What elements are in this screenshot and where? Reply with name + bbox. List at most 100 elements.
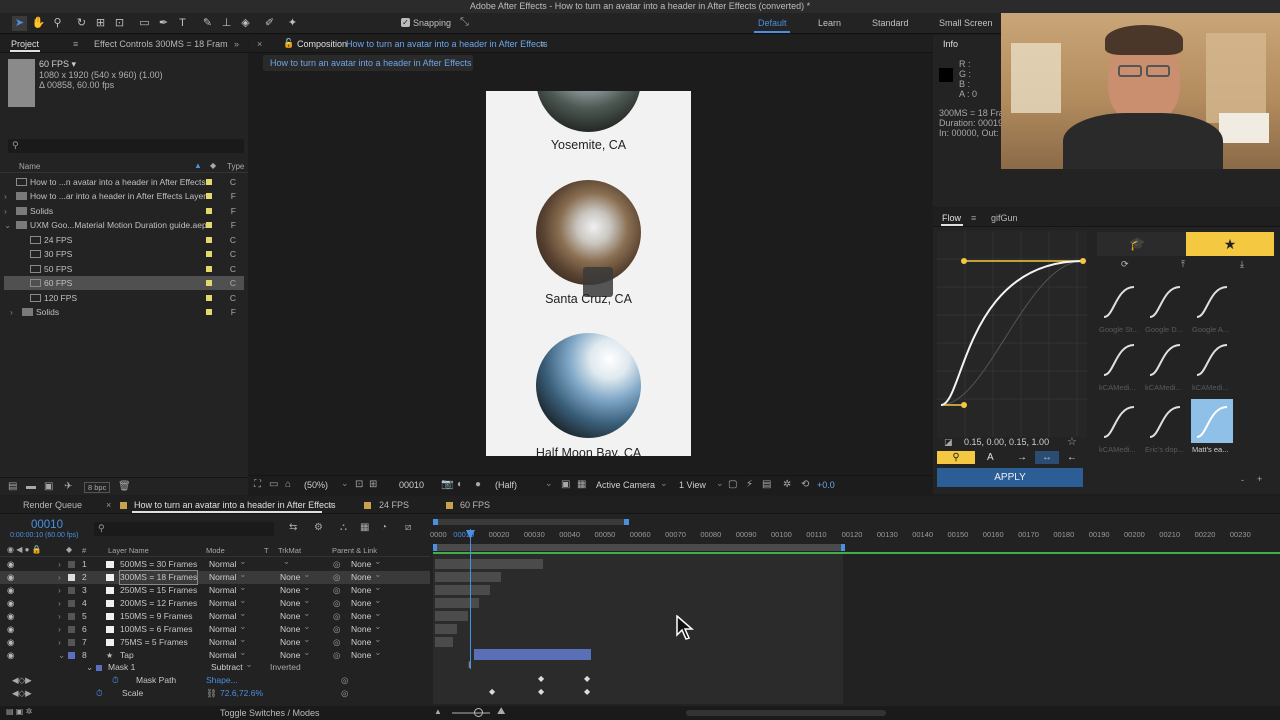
layer-parent-dropdown[interactable]: None (351, 608, 382, 622)
workspace-learn[interactable]: Learn (818, 18, 841, 28)
layer-duration-bar[interactable] (435, 624, 457, 634)
project-item[interactable]: 24 FPS C (4, 233, 244, 247)
mask-path-value[interactable]: Shape... (206, 674, 238, 687)
zoom-dropdown[interactable]: (50%) (304, 480, 328, 490)
layer-mode-dropdown[interactable]: Normal (209, 634, 247, 648)
layer-parent-dropdown[interactable]: None (351, 621, 382, 635)
pick-whip-icon[interactable]: ◎ (333, 636, 340, 649)
show-snapshot-icon[interactable]: ◐ (457, 479, 463, 490)
layer-parent-dropdown[interactable]: None (351, 647, 382, 661)
toggle-pixel-aspect-icon[interactable]: ▢ (728, 479, 737, 490)
bezier-curve-editor[interactable] (937, 231, 1087, 437)
region-of-interest-icon[interactable]: ▣ (561, 479, 570, 490)
expand-chevron-icon[interactable]: › (4, 189, 7, 203)
clone-stamp-tool-icon[interactable]: ⊥ (219, 16, 234, 31)
stopwatch-icon[interactable]: ⏱ (112, 674, 119, 687)
fit-icon[interactable]: ⊡ (355, 479, 363, 490)
layer-trkmat-dropdown[interactable]: None (280, 608, 311, 622)
key-mode-button[interactable]: ⚲ (937, 451, 975, 464)
favorite-star-icon[interactable]: ☆ (1067, 435, 1077, 448)
playhead[interactable] (470, 529, 471, 669)
navigator-start-handle[interactable] (433, 519, 438, 525)
project-item[interactable]: › Solids F (4, 305, 244, 319)
close-tab-icon[interactable]: × (257, 39, 262, 49)
project-item[interactable]: ⌄ UXM Goo...Material Motion Duration guid… (4, 218, 244, 232)
new-comp-icon[interactable]: ▣ (44, 481, 53, 492)
interpret-footage-icon[interactable]: ▤ (8, 481, 17, 492)
preset-thumbnail[interactable] (1098, 337, 1140, 381)
eye-icon[interactable]: ◉ (7, 636, 14, 649)
eye-icon[interactable]: ◉ (7, 623, 14, 636)
layer-mode-dropdown[interactable]: Normal (209, 569, 247, 583)
expand-chevron-icon[interactable]: › (58, 584, 61, 597)
pick-whip-icon[interactable]: ◎ (341, 687, 348, 700)
shy-layers-icon[interactable]: ⛬ (340, 522, 347, 533)
preset-thumbnail[interactable] (1098, 399, 1140, 443)
preset-thumbnail[interactable] (1098, 279, 1140, 323)
selection-tool-icon[interactable]: ➤ (12, 16, 27, 31)
expand-chevron-icon[interactable]: › (4, 204, 7, 218)
layer-duration-bar[interactable] (435, 637, 453, 647)
always-preview-icon[interactable]: ⛶ (254, 479, 261, 490)
preset-thumbnail[interactable] (1144, 337, 1186, 381)
timeline-scrollbar[interactable] (686, 710, 886, 716)
views-dropdown[interactable]: 1 View (679, 480, 706, 490)
layer-parent-dropdown[interactable]: None (351, 569, 382, 583)
layer-name[interactable]: 100MS = 6 Frames (120, 623, 193, 636)
project-item[interactable]: How to ...n avatar into a header in Afte… (4, 175, 244, 189)
tab-info[interactable]: Info (943, 39, 958, 49)
composition-canvas[interactable]: Yosemite, CA Santa Cruz, CA Half Moon Ba… (486, 91, 691, 456)
layer-row[interactable]: ◉ › 4 200MS = 12 Frames Normal None ◎ None (0, 595, 430, 610)
layer-row[interactable]: ◉ › 1 500MS = 30 Frames Normal ◎ None (0, 556, 430, 571)
layer-label-color[interactable] (68, 587, 75, 594)
easing-curve-graph[interactable] (937, 231, 1087, 437)
copy-values-icon[interactable]: ◪ (944, 437, 953, 448)
layer-row[interactable]: ◉ › 2 300MS = 18 Frames Normal None ◎ None (0, 569, 430, 585)
frame-blending-icon[interactable]: ▦ (360, 522, 369, 533)
delete-icon[interactable]: 🗑 (118, 481, 131, 492)
comp-mini-flowchart-icon[interactable]: ⇆ (289, 522, 297, 533)
layer-label-color[interactable] (68, 561, 75, 568)
snapshot-icon[interactable]: 📷 (441, 479, 453, 490)
draft-3d-icon[interactable]: ⚙ (314, 522, 323, 533)
keyframe-diamond-icon[interactable]: ◆ (584, 687, 590, 696)
rotate-tool-icon[interactable]: ↻ (74, 16, 89, 31)
flow-menu-icon[interactable]: ≡ (971, 213, 976, 223)
constrain-link-icon[interactable]: ⛓ (206, 687, 217, 700)
layer-row[interactable]: ◉ › 3 250MS = 15 Frames Normal None ◎ None (0, 582, 430, 597)
tab-gifgun[interactable]: gifGun (991, 213, 1018, 223)
scale-value[interactable]: 72.6,72.6% (220, 687, 263, 700)
composition-tab-prefix[interactable]: Composition (297, 39, 347, 49)
flowchart-icon[interactable]: ✲ (783, 479, 791, 490)
composition-tab-name[interactable]: How to turn an avatar into a header in A… (346, 39, 547, 49)
resolution-dropdown[interactable]: (Half) (495, 480, 517, 490)
col-type[interactable]: Type (227, 162, 244, 171)
new-folder-icon[interactable]: ▬ (26, 481, 36, 492)
layer-duration-bar[interactable] (435, 585, 490, 595)
hand-tool-icon[interactable]: ✋ (31, 16, 46, 31)
pan-behind-tool-icon[interactable]: ⊡ (112, 16, 127, 31)
layer-mode-dropdown[interactable]: Normal (209, 556, 247, 570)
layer-trkmat-dropdown[interactable]: None (280, 621, 311, 635)
mask-visibility-icon[interactable]: ⌂ (285, 479, 291, 490)
col-layer-name[interactable]: Layer Name (108, 546, 149, 555)
layer-label-color[interactable] (68, 639, 75, 646)
expand-chevron-icon[interactable]: › (58, 623, 61, 636)
layer-label-color[interactable] (68, 600, 75, 607)
work-area-navigator[interactable] (433, 519, 629, 525)
mask-row[interactable]: ⌄ Mask 1 Subtract Inverted (0, 659, 430, 674)
layer-mode-dropdown[interactable]: Normal (209, 582, 247, 596)
timeline-menu-icon[interactable]: ≡ (328, 500, 333, 510)
rectangle-tool-icon[interactable]: ▭ (137, 16, 152, 31)
apply-button[interactable]: APPLY (937, 468, 1083, 487)
eye-icon[interactable]: ◉ (7, 558, 14, 571)
zoom-out-icon[interactable]: ▲ (434, 707, 442, 716)
expand-chevron-icon[interactable]: › (58, 636, 61, 649)
pick-whip-icon[interactable]: ◎ (333, 597, 340, 610)
layer-mode-dropdown[interactable]: Normal (209, 608, 247, 622)
layer-parent-dropdown[interactable]: None (351, 556, 382, 570)
mask-inverted-label[interactable]: Inverted (270, 661, 301, 674)
layer-name[interactable]: 250MS = 15 Frames (120, 584, 197, 597)
tab-timeline-comp[interactable]: How to turn an avatar into a header in A… (134, 500, 335, 510)
keyframe-diamond-icon[interactable]: ◆ (489, 687, 495, 696)
